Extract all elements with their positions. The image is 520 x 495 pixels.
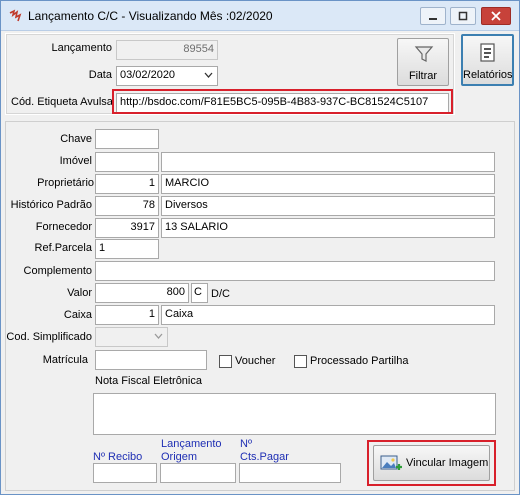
processado-partilha-checkbox[interactable] <box>294 355 307 368</box>
maximize-button[interactable] <box>450 7 476 25</box>
historico-code-field[interactable]: 78 <box>95 196 159 216</box>
chevron-down-icon <box>154 333 163 339</box>
processado-partilha-label: Processado Partilha <box>310 355 409 367</box>
proprietario-name-field[interactable]: MARCIO <box>161 174 495 194</box>
close-button[interactable] <box>481 7 511 25</box>
matricula-field[interactable] <box>95 350 207 370</box>
complemento-label: Complemento <box>23 265 92 277</box>
caixa-label: Caixa <box>63 309 92 321</box>
window: Lançamento C/C - Visualizando Mês :02/20… <box>0 0 520 495</box>
nfe-label: Nota Fiscal Eletrônica <box>95 375 202 387</box>
filtrar-button[interactable]: Filtrar <box>397 38 449 86</box>
maximize-icon <box>458 11 468 21</box>
caixa-code-field[interactable]: 1 <box>95 305 159 325</box>
close-icon <box>491 11 501 21</box>
codsimp-label: Cod. Simplificado <box>6 331 92 343</box>
valor-label: Valor <box>67 287 92 299</box>
data-label: Data <box>88 69 112 81</box>
relatorios-label: Relatórios <box>463 69 513 81</box>
filter-icon <box>414 46 434 62</box>
minimize-button[interactable] <box>420 7 446 25</box>
minimize-icon <box>429 18 437 20</box>
historico-label: Histórico Padrão <box>10 199 92 211</box>
historico-name-field[interactable]: Diversos <box>161 196 495 216</box>
title-bar: Lançamento C/C - Visualizando Mês :02/20… <box>1 1 519 31</box>
fornecedor-name-field[interactable]: 13 SALARIO <box>161 218 495 238</box>
refparcela-label: Ref.Parcela <box>34 242 92 254</box>
valor-field[interactable]: 800 <box>95 283 189 303</box>
proprietario-label: Proprietário <box>37 177 94 189</box>
fornecedor-label: Fornecedor <box>35 221 92 233</box>
window-title: Lançamento C/C - Visualizando Mês :02/20… <box>28 9 273 23</box>
etiqueta-label: Cód. Etiqueta Avulsa <box>11 96 113 108</box>
ctspagar-label-1: Nº <box>240 438 252 450</box>
voucher-checkbox[interactable] <box>219 355 232 368</box>
relatorios-button[interactable]: Relatórios <box>461 34 514 86</box>
chave-field[interactable] <box>95 129 159 149</box>
complemento-field[interactable] <box>95 261 495 281</box>
filtrar-label: Filtrar <box>408 70 438 82</box>
nfe-textarea[interactable] <box>93 393 496 435</box>
lanc-origem-field[interactable] <box>160 463 236 483</box>
ctspagar-field[interactable] <box>239 463 341 483</box>
app-icon <box>9 9 22 22</box>
lancamento-field: 89554 <box>116 40 218 60</box>
data-date-picker[interactable]: 03/02/2020 <box>116 66 218 86</box>
refparcela-field[interactable]: 1 <box>95 239 159 259</box>
report-icon <box>480 43 495 62</box>
lanc-origem-label-1: Lançamento <box>161 438 222 450</box>
proprietario-code-field[interactable]: 1 <box>95 174 159 194</box>
codsimp-dropdown[interactable] <box>95 327 168 347</box>
imovel-code-field[interactable] <box>95 152 159 172</box>
imovel-label: Imóvel <box>59 155 92 167</box>
imovel-name-field[interactable] <box>161 152 495 172</box>
dc-label: D/C <box>211 288 230 300</box>
fornecedor-code-field[interactable]: 3917 <box>95 218 159 238</box>
lancamento-label: Lançamento <box>51 42 112 54</box>
matricula-label: Matrícula <box>42 354 88 366</box>
caixa-name-field[interactable]: Caixa <box>161 305 495 325</box>
dc-field[interactable]: C <box>191 283 208 303</box>
vincular-imagem-highlight <box>367 440 496 486</box>
voucher-label: Voucher <box>235 355 276 367</box>
chave-label: Chave <box>60 133 92 145</box>
etiqueta-highlight <box>112 89 453 114</box>
chevron-down-icon <box>204 72 213 78</box>
data-value: 03/02/2020 <box>120 69 176 81</box>
nrecibo-field[interactable] <box>93 463 157 483</box>
